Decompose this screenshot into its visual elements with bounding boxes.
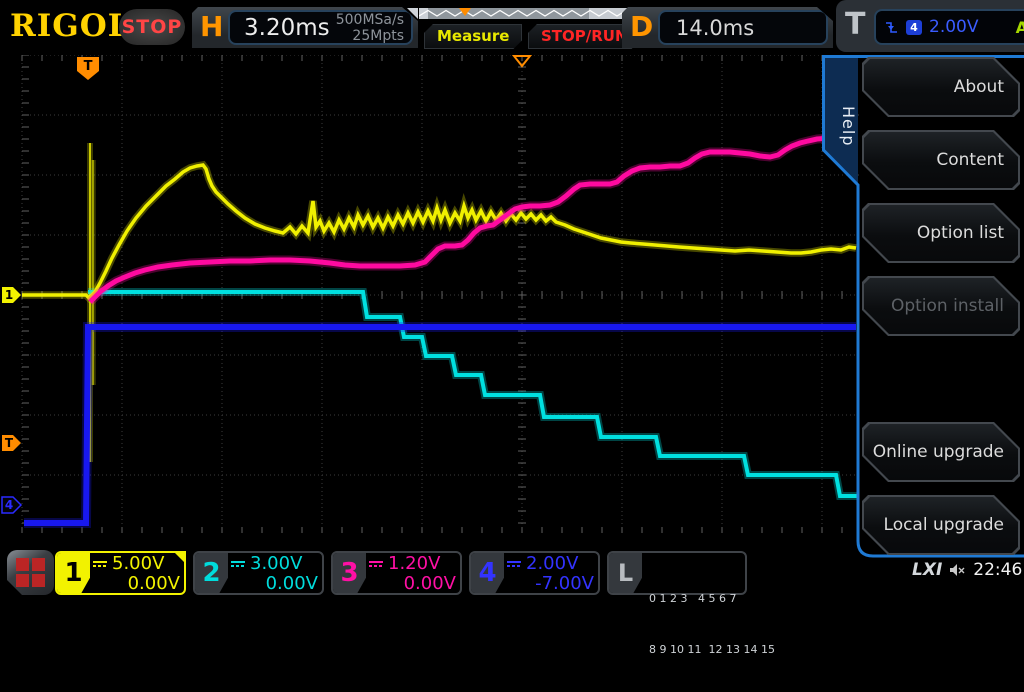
delay-label: D: [630, 10, 654, 43]
menu-button-label: About: [864, 59, 1018, 115]
delay-value: 14.0ms: [676, 15, 755, 40]
logic-row-1: 0 1 2 3 4 5 6 7: [649, 592, 737, 605]
menu-button-option-install: Option install: [862, 276, 1020, 336]
dc-coupling-icon: [231, 560, 245, 567]
sample-rate: 500MSa/s: [335, 11, 404, 28]
top-bar: RIGOL STOP H 3.20ms 500MSa/s 25Mpts Meas…: [0, 0, 1024, 55]
dc-coupling-icon: [507, 560, 521, 567]
trigger-position-marker-icon: [459, 8, 471, 22]
help-menu: Help About Content Option list Option insta…: [820, 55, 1024, 567]
channel-1-offset: 0.00V: [127, 573, 180, 594]
channel-4-badge: 4: [471, 553, 504, 593]
trigger-edge-icon: [886, 21, 897, 33]
rigol-logo: RIGOL: [10, 8, 131, 44]
channel-2-badge: 2: [195, 553, 228, 593]
help-tab[interactable]: Help: [824, 71, 858, 181]
menu-button-online-upgrade[interactable]: Online upgrade: [862, 422, 1020, 482]
channel-3-badge: 3: [333, 553, 366, 593]
trigger-position-marker[interactable]: T: [77, 57, 99, 80]
logic-analyzer-block[interactable]: L 0 1 2 3 4 5 6 7 8 9 10 11 12 13 14 15: [607, 551, 775, 656]
channel-2-scale: 3.00V: [250, 553, 303, 574]
menu-button-label: Local upgrade: [864, 497, 1018, 553]
horizontal-panel[interactable]: H 3.20ms 500MSa/s 25Mpts: [192, 7, 418, 48]
horizontal-position-bar[interactable]: [419, 8, 635, 19]
trigger-source-badge: 4: [906, 19, 922, 35]
menu-button-label: Content: [864, 132, 1018, 188]
channel-3-offset: 0.00V: [403, 573, 456, 594]
run-state-badge: STOP: [119, 9, 185, 45]
level-marker-1[interactable]: 1: [2, 287, 21, 303]
trigger-label: T: [845, 7, 866, 42]
channel-2-block[interactable]: 2 3.00V 0.00V: [193, 551, 324, 595]
memory-waveform-icon: [419, 9, 635, 17]
channel-1-block[interactable]: 1 5.00V 0.00V: [55, 551, 186, 595]
menu-button-about[interactable]: About: [862, 57, 1020, 117]
menu-button-option-list[interactable]: Option list: [862, 203, 1020, 263]
channel-3-block[interactable]: 3 1.20V 0.00V: [331, 551, 462, 595]
menu-button-label: Option install: [864, 278, 1018, 334]
grid-icon: [16, 558, 45, 587]
memory-bar-left-cap: [407, 8, 418, 19]
channel-1-badge: 1: [57, 553, 90, 593]
oscilloscope-screen: { "header": { "logo": "RIGOL", "run_stat…: [0, 0, 1024, 656]
trigger-mode-flag: A: [1015, 17, 1024, 37]
channel-4-scale: 2.00V: [526, 553, 579, 574]
timebase-value: 3.20ms: [244, 14, 330, 41]
menu-button-local-upgrade[interactable]: Local upgrade: [862, 495, 1020, 555]
trigger-panel[interactable]: T 4 2.00V A: [836, 0, 1024, 52]
channel-4-offset: -7.00V: [535, 573, 594, 594]
menu-grid-button[interactable]: [7, 550, 54, 595]
channel-4-block[interactable]: 4 2.00V -7.00V: [469, 551, 600, 595]
horizontal-label: H: [200, 10, 224, 43]
menu-button-label: Option list: [864, 205, 1018, 261]
logic-row-2: 8 9 10 11 12 13 14 15: [649, 643, 775, 656]
channel-3-scale: 1.20V: [388, 553, 441, 574]
memory-depth: 25Mpts: [352, 27, 404, 44]
menu-button-label: Online upgrade: [864, 424, 1018, 480]
svg-text:1: 1: [5, 288, 13, 302]
level-marker-t[interactable]: T: [2, 435, 21, 451]
dc-coupling-icon: [369, 560, 383, 567]
svg-text:T: T: [5, 436, 14, 450]
svg-text:T: T: [84, 59, 93, 74]
level-marker-4[interactable]: 4: [1, 496, 23, 514]
trace-ch1: [22, 163, 857, 301]
channel-2-offset: 0.00V: [265, 573, 318, 594]
measure-button[interactable]: Measure: [424, 24, 522, 49]
trigger-level-value: 2.00V: [929, 17, 979, 37]
svg-text:4: 4: [5, 498, 13, 512]
channel-1-scale: 5.00V: [112, 553, 165, 574]
menu-button-content[interactable]: Content: [862, 130, 1020, 190]
logic-badge: L: [609, 553, 642, 593]
dc-coupling-icon: [93, 560, 107, 567]
delay-panel[interactable]: D 14.0ms: [622, 7, 833, 48]
